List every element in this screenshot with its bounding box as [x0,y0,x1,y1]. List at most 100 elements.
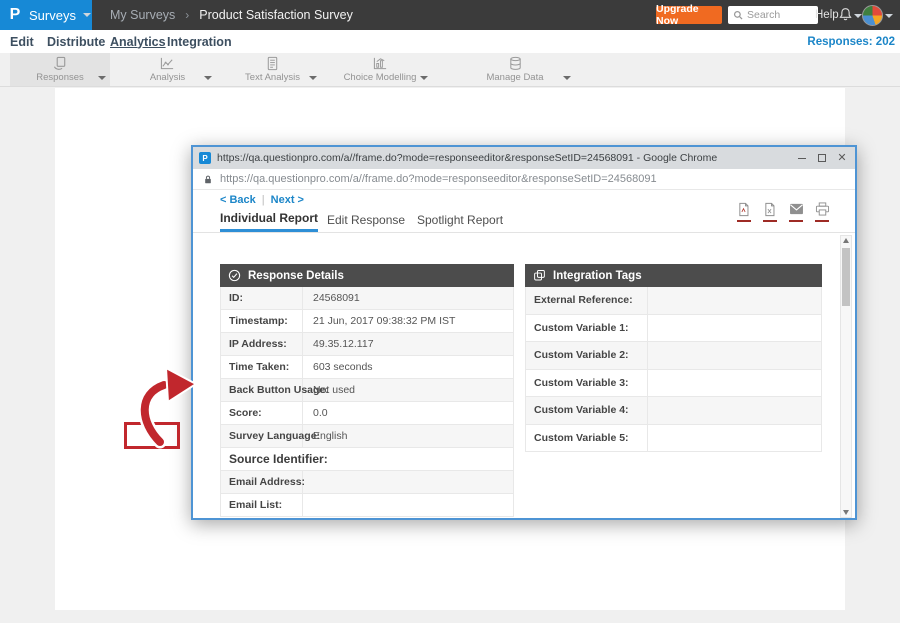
export-pdf-icon[interactable] [737,202,752,217]
global-search-input[interactable]: Search [728,6,818,24]
manage-data-dropdown-icon[interactable] [563,67,571,85]
detail-value [303,471,513,493]
tag-row: External Reference: [525,287,822,315]
tab-individual-report[interactable]: Individual Report [220,207,318,232]
bell-chevron-icon[interactable] [854,14,862,18]
analysis-dropdown-icon[interactable] [204,67,212,85]
tag-label: Custom Variable 4: [526,397,648,424]
surveys-menu[interactable]: P Surveys [0,0,92,30]
print-icon[interactable] [815,202,830,217]
detail-value [303,494,513,516]
export-excel-icon[interactable] [763,202,778,217]
tab-edit-response[interactable]: Edit Response [327,207,405,232]
toolbar-responses-label: Responses [36,72,84,83]
detail-label: Back Button Usage: [221,379,303,401]
detail-value: Not used [303,379,513,401]
minimize-button[interactable] [795,151,809,165]
top-bar: P Surveys My Surveys › Product Satisfact… [0,0,900,30]
response-details-title: Response Details [248,270,344,282]
tag-value [648,287,821,314]
check-circle-icon [228,269,241,282]
detail-row: Back Button Usage: Not used [220,379,514,402]
popup-scroll-thumb[interactable] [842,248,850,306]
text-analysis-dropdown-icon[interactable] [309,67,317,85]
choice-modelling-icon [372,56,389,71]
detail-label: IP Address: [221,333,303,355]
detail-value: 24568091 [303,287,513,309]
annotation-curved-arrow-icon [128,360,220,452]
toolbar-text-analysis[interactable]: Text Analysis [225,53,320,86]
toolbar-text-analysis-label: Text Analysis [245,72,300,83]
integration-tags-rows: External Reference: Custom Variable 1: C… [525,287,822,452]
minimize-icon [798,158,806,159]
tab-spotlight-report[interactable]: Spotlight Report [417,207,503,232]
response-details-panel: Response Details ID: 24568091 Timestamp:… [220,264,514,517]
product-label: Surveys [29,8,76,23]
detail-value: English [303,425,513,447]
avatar-chevron-icon[interactable] [885,14,893,18]
nav-analytics[interactable]: Analytics [110,30,166,53]
back-link[interactable]: < Back [220,194,256,206]
detail-value: 21 Jun, 2017 09:38:32 PM IST [303,310,513,332]
notifications-bell-icon[interactable] [838,7,853,27]
maximize-button[interactable] [815,151,829,165]
tag-label: Custom Variable 5: [526,425,648,452]
upgrade-now-button[interactable]: Upgrade Now [656,6,722,24]
chevron-down-icon [83,13,91,17]
nav-distribute[interactable]: Distribute [47,30,105,53]
close-icon: ✕ [837,153,846,164]
analytics-toolbar: Responses Analysis Text Analysis Choice … [0,53,900,87]
integration-tags-icon [533,269,546,282]
popup-scroll-up-icon[interactable] [843,238,849,243]
breadcrumb-separator-icon: › [185,8,189,22]
detail-label: Email List: [221,494,303,516]
popup-scroll-down-icon[interactable] [843,510,849,515]
lock-icon [203,174,213,185]
email-icon[interactable] [789,202,804,217]
detail-label: Email Address: [221,471,303,493]
tag-label: Custom Variable 2: [526,342,648,369]
address-bar[interactable]: https://qa.questionpro.com/a//frame.do?m… [193,169,855,190]
tag-value [648,370,821,397]
tag-row: Custom Variable 2: [525,342,822,370]
detail-label: Survey Language: [221,425,303,447]
survey-nav: Edit Distribute Analytics Integration Re… [0,30,900,53]
detail-label: Time Taken: [221,356,303,378]
toolbar-choice-modelling[interactable]: Choice Modelling [330,53,430,86]
toolbar-manage-data[interactable]: Manage Data [455,53,575,86]
window-title-bar[interactable]: P https://qa.questionpro.com/a//frame.do… [193,147,855,169]
popup-scrollbar[interactable] [840,235,852,518]
pipe-separator: | [262,194,265,206]
tag-label: External Reference: [526,287,648,314]
avatar[interactable] [862,5,883,26]
tag-value [648,315,821,342]
detail-row: Survey Language: English [220,425,514,448]
detail-row: Email List: [220,494,514,517]
toolbar-responses[interactable]: Responses [10,53,110,86]
response-editor-window: P https://qa.questionpro.com/a//frame.do… [191,145,857,520]
maximize-icon [818,154,826,162]
questionpro-logo: P [5,5,25,25]
detail-value: 603 seconds [303,356,513,378]
integration-tags-panel: Integration Tags External Reference: Cus… [525,264,822,452]
detail-label: Timestamp: [221,310,303,332]
responses-dropdown-icon[interactable] [98,67,106,85]
nav-edit[interactable]: Edit [10,30,34,53]
toolbar-analysis[interactable]: Analysis [120,53,215,86]
tag-row: Custom Variable 4: [525,397,822,425]
help-link[interactable]: Help [815,0,839,30]
breadcrumb-parent[interactable]: My Surveys [110,8,175,22]
detail-label: Score: [221,402,303,424]
questionpro-favicon: P [199,152,211,164]
detail-value: 0.0 [303,402,513,424]
choice-modelling-dropdown-icon[interactable] [420,67,428,85]
close-button[interactable]: ✕ [835,151,849,165]
tag-row: Custom Variable 1: [525,315,822,343]
next-link[interactable]: Next > [271,194,304,206]
responses-count[interactable]: Responses: 202 [807,30,895,53]
tag-value [648,397,821,424]
analysis-icon [159,56,176,71]
breadcrumb-current: Product Satisfaction Survey [199,8,353,22]
detail-value: 49.35.12.117 [303,333,513,355]
nav-integration[interactable]: Integration [167,30,232,53]
